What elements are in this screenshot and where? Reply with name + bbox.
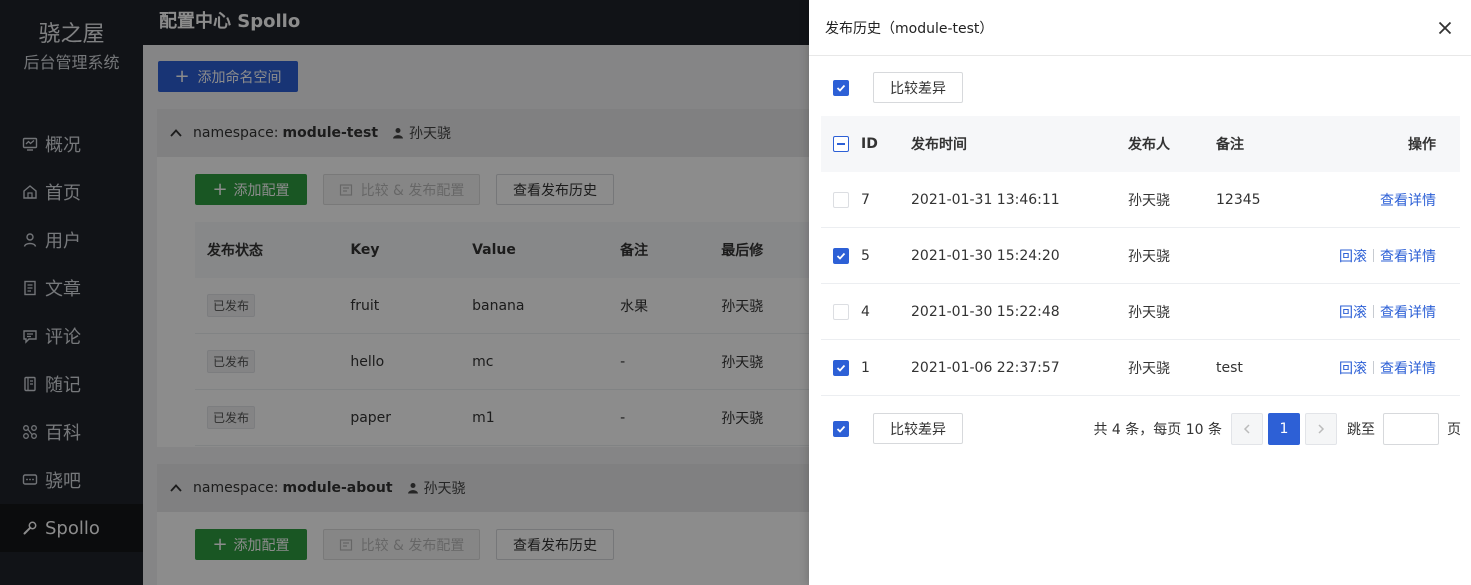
row-actions: 回滚 查看详情: [1336, 246, 1448, 266]
view-detail-link[interactable]: 查看详情: [1380, 249, 1436, 265]
rollback-link[interactable]: 回滚: [1339, 361, 1367, 377]
drawer-header: 发布历史（module-test）: [809, 0, 1471, 56]
release-time: 2021-01-31 13:46:11: [911, 191, 1060, 208]
compare-toolbar-bottom: 比较差异: [833, 413, 963, 444]
release-id: 1: [861, 359, 870, 376]
release-publisher: 孙天骁: [1128, 248, 1170, 265]
table-row: 1 2021-01-06 22:37:57 孙天骁 test 回滚 查看详情: [821, 340, 1460, 396]
column-header: 操作: [1408, 137, 1436, 153]
table-row: 7 2021-01-31 13:46:11 孙天骁 12345 查看详情: [821, 172, 1460, 228]
release-history-drawer: 发布历史（module-test） 比较差异 ID 发布时间 发布人 备注 操作…: [809, 0, 1471, 585]
column-header: ID: [861, 136, 878, 152]
release-time: 2021-01-30 15:24:20: [911, 247, 1060, 264]
pagination: 共 4 条，每页 10 条 1 跳至 页: [1093, 413, 1461, 445]
divider: [1373, 360, 1374, 374]
select-all-checkbox[interactable]: [833, 79, 849, 96]
chevron-right-icon: [1318, 424, 1325, 434]
release-note: test: [1216, 359, 1243, 376]
release-publisher: 孙天骁: [1128, 304, 1170, 321]
column-header: 备注: [1216, 137, 1244, 153]
release-publisher: 孙天骁: [1128, 192, 1170, 209]
row-checkbox[interactable]: [833, 191, 849, 208]
row-actions: 回滚 查看详情: [1336, 358, 1448, 378]
close-icon[interactable]: [1435, 18, 1455, 38]
table-row: 5 2021-01-30 15:24:20 孙天骁 回滚 查看详情: [821, 228, 1460, 284]
history-table: ID 发布时间 发布人 备注 操作 7 2021-01-31 13:46:11 …: [821, 116, 1460, 396]
jump-page-input[interactable]: [1383, 413, 1439, 445]
next-page-button[interactable]: [1305, 413, 1337, 445]
pagination-total: 共 4 条，每页 10 条: [1093, 422, 1222, 438]
release-time: 2021-01-30 15:22:48: [911, 303, 1060, 320]
divider: [1373, 248, 1374, 262]
row-checkbox[interactable]: [833, 247, 849, 264]
page-number-current[interactable]: 1: [1268, 413, 1300, 445]
release-id: 5: [861, 247, 870, 264]
row-actions: 查看详情: [1336, 190, 1448, 210]
row-actions: 回滚 查看详情: [1336, 302, 1448, 322]
modal-overlay[interactable]: [0, 0, 809, 585]
jump-label: 跳至: [1347, 422, 1375, 438]
compare-toolbar-top: 比较差异: [833, 72, 963, 103]
page-suffix: 页: [1447, 422, 1461, 438]
release-id: 4: [861, 303, 870, 320]
compare-diff-button[interactable]: 比较差异: [873, 413, 963, 444]
view-detail-link[interactable]: 查看详情: [1380, 193, 1436, 209]
column-header: 发布人: [1128, 137, 1170, 153]
release-note: 12345: [1216, 191, 1261, 208]
rollback-link[interactable]: 回滚: [1339, 305, 1367, 321]
table-header: ID 发布时间 发布人 备注 操作: [821, 116, 1460, 172]
table-row: 4 2021-01-30 15:22:48 孙天骁 回滚 查看详情: [821, 284, 1460, 340]
view-detail-link[interactable]: 查看详情: [1380, 361, 1436, 377]
chevron-left-icon: [1243, 424, 1250, 434]
column-header: 发布时间: [911, 137, 967, 153]
prev-page-button[interactable]: [1231, 413, 1263, 445]
row-checkbox[interactable]: [833, 359, 849, 376]
release-id: 7: [861, 191, 870, 208]
view-detail-link[interactable]: 查看详情: [1380, 305, 1436, 321]
compare-diff-button[interactable]: 比较差异: [873, 72, 963, 103]
header-checkbox[interactable]: [833, 136, 849, 152]
drawer-title: 发布历史（module-test）: [825, 20, 994, 37]
row-checkbox[interactable]: [833, 303, 849, 320]
select-all-checkbox[interactable]: [833, 420, 849, 437]
release-publisher: 孙天骁: [1128, 360, 1170, 377]
rollback-link[interactable]: 回滚: [1339, 249, 1367, 265]
divider: [1373, 304, 1374, 318]
release-time: 2021-01-06 22:37:57: [911, 359, 1060, 376]
